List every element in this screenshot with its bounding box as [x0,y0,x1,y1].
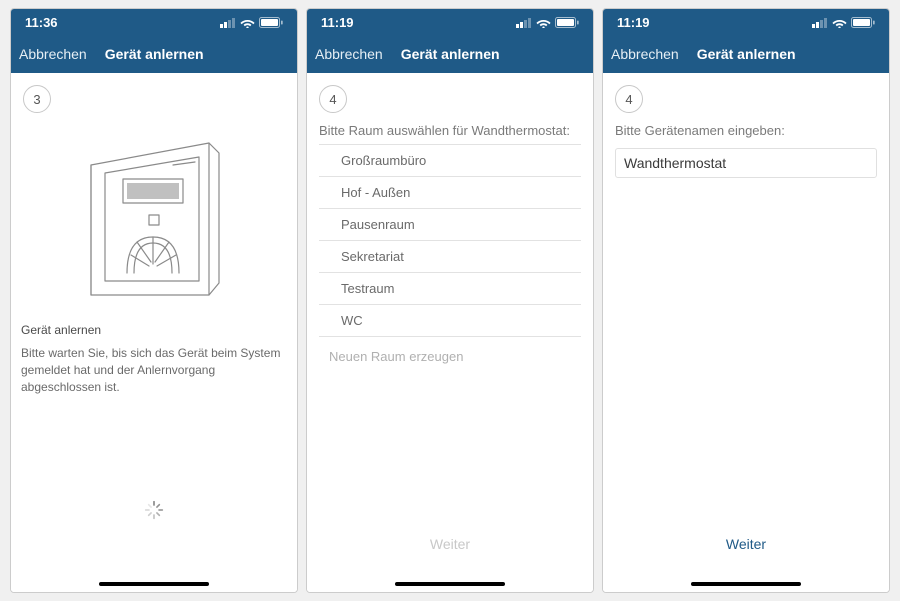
cancel-button[interactable]: Abbrechen [19,46,87,62]
navbar: Abbrechen Gerät anlernen [11,35,297,73]
home-indicator[interactable] [99,582,209,586]
create-room-link[interactable]: Neuen Raum erzeugen [307,337,593,372]
next-button[interactable]: Weiter [603,536,889,552]
next-button[interactable]: Weiter [307,536,593,552]
cancel-button[interactable]: Abbrechen [315,46,383,62]
wifi-icon [832,17,847,28]
status-time: 11:19 [617,15,650,30]
navbar: Abbrechen Gerät anlernen [307,35,593,73]
page-title: Gerät anlernen [105,46,204,62]
battery-icon [259,17,283,28]
status-time: 11:19 [321,15,354,30]
loading-spinner-icon [144,500,164,520]
battery-icon [851,17,875,28]
wifi-icon [536,17,551,28]
name-input-prompt: Bitte Gerätenamen eingeben: [603,119,889,144]
wandthermostat-illustration [79,135,229,305]
status-icons [812,17,875,28]
statusbar: 11:36 [11,9,297,35]
message-text: Bitte warten Sie, bis sich das Gerät bei… [21,345,287,395]
step-indicator: 3 [23,85,51,113]
room-option[interactable]: WC [319,305,581,337]
step-indicator: 4 [615,85,643,113]
room-select-prompt: Bitte Raum auswählen für Wandthermostat: [307,119,593,144]
signal-icon [220,17,236,28]
navbar: Abbrechen Gerät anlernen [603,35,889,73]
signal-icon [812,17,828,28]
room-list: Großraumbüro Hof - Außen Pausenraum Sekr… [319,144,581,337]
room-option[interactable]: Sekretariat [319,241,581,273]
wifi-icon [240,17,255,28]
signal-icon [516,17,532,28]
cancel-button[interactable]: Abbrechen [611,46,679,62]
home-indicator[interactable] [691,582,801,586]
screen-step4-name-input: 11:19 Abbrechen Gerät anlernen 4 Bitte G… [602,8,890,593]
room-option[interactable]: Pausenraum [319,209,581,241]
room-option[interactable]: Hof - Außen [319,177,581,209]
content-area: 4 Bitte Raum auswählen für Wandthermosta… [307,73,593,592]
screen-step4-room-select: 11:19 Abbrechen Gerät anlernen 4 Bitte R… [306,8,594,593]
page-title: Gerät anlernen [697,46,796,62]
status-icons [516,17,579,28]
message-title: Gerät anlernen [21,323,287,337]
step-indicator: 4 [319,85,347,113]
content-area: 4 Bitte Gerätenamen eingeben: Weiter [603,73,889,592]
battery-icon [555,17,579,28]
device-name-input[interactable] [615,148,877,178]
status-time: 11:36 [25,15,58,30]
statusbar: 11:19 [307,9,593,35]
statusbar: 11:19 [603,9,889,35]
home-indicator[interactable] [395,582,505,586]
content-area: 3 [11,73,297,592]
screen-step3-wait: 11:36 Abbrechen Gerät anlernen 3 [10,8,298,593]
room-option[interactable]: Großraumbüro [319,144,581,177]
status-icons [220,17,283,28]
page-title: Gerät anlernen [401,46,500,62]
room-option[interactable]: Testraum [319,273,581,305]
